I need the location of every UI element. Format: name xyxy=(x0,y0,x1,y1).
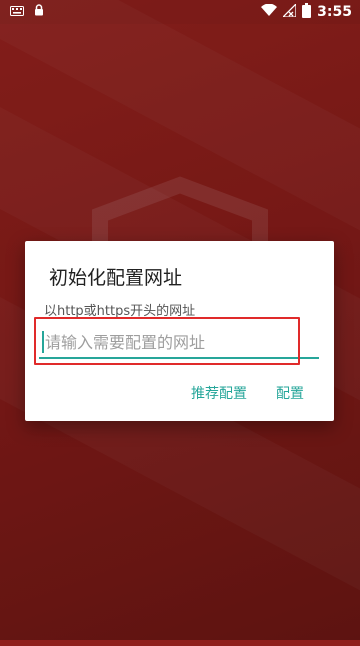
status-time: 3:55 xyxy=(317,4,352,20)
url-input[interactable] xyxy=(45,327,315,357)
no-signal-icon xyxy=(281,1,297,21)
text-caret xyxy=(42,331,44,353)
url-input-container xyxy=(39,327,319,359)
config-button[interactable]: 配置 xyxy=(276,383,304,403)
dialog-hint: 以http或https开头的网址 xyxy=(44,304,196,319)
dialog-title: 初始化配置网址 xyxy=(49,267,183,289)
recommend-config-button[interactable]: 推荐配置 xyxy=(191,383,247,403)
wifi-icon xyxy=(261,3,278,20)
lock-icon xyxy=(34,4,44,20)
battery-icon xyxy=(302,2,312,22)
keyboard-icon xyxy=(10,5,24,20)
status-bar: 3:55 xyxy=(0,0,360,24)
config-url-dialog: 初始化配置网址 以http或https开头的网址 推荐配置 配置 xyxy=(25,241,334,421)
